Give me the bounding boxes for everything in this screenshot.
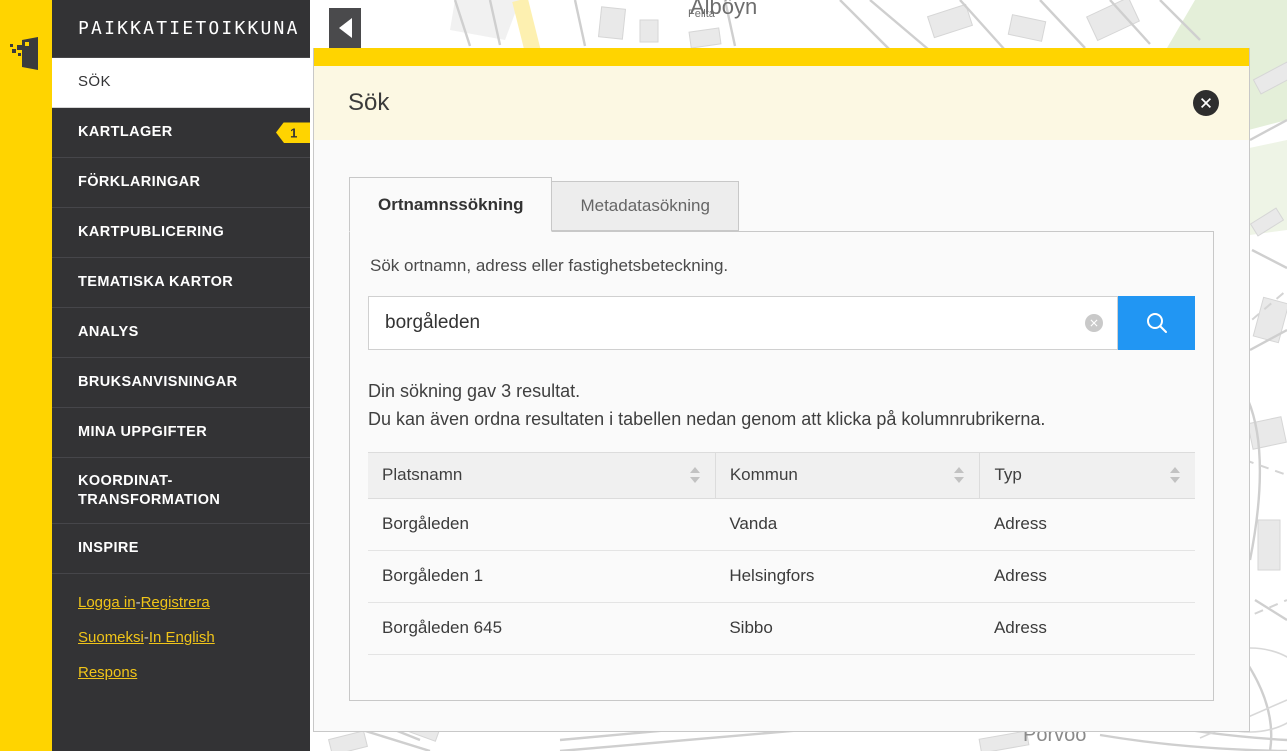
- chevron-left-icon: [338, 18, 352, 38]
- cell-kommun: Helsingfors: [715, 550, 980, 603]
- search-input[interactable]: [369, 312, 1117, 334]
- search-submit-button[interactable]: [1118, 296, 1195, 350]
- search-results-container: Sök ortnamn, adress eller fastighetsbete…: [349, 231, 1214, 701]
- sidebar-item-forklaringar[interactable]: FÖRKLARINGAR: [52, 158, 310, 208]
- search-results-table: Platsnamn Kommun Typ Borgåleden Vanda Ad…: [368, 451, 1195, 655]
- cell-kommun: Vanda: [715, 498, 980, 551]
- close-icon: [1201, 98, 1211, 108]
- feedback-links: Respons: [78, 664, 284, 681]
- sort-arrows-icon: [953, 466, 965, 484]
- login-link[interactable]: Logga in: [78, 594, 136, 611]
- column-header-kommun[interactable]: Kommun: [715, 451, 981, 499]
- panel-header: Sök: [314, 66, 1249, 140]
- result-count-text: Din sökning gav 3 resultat.: [368, 381, 581, 401]
- paikkatietoikkuna-logo-icon[interactable]: [8, 36, 44, 74]
- cell-kommun: Sibbo: [715, 602, 980, 655]
- tab-label: Metadatasökning: [580, 196, 710, 215]
- sidebar-item-analys[interactable]: ANALYS: [52, 308, 310, 358]
- sidebar-links: Logga in-Registrera Suomeksi-In English …: [52, 574, 310, 681]
- language-link-finnish[interactable]: Suomeksi: [78, 629, 144, 646]
- language-links: Suomeksi-In English: [78, 629, 284, 646]
- sidebar-item-koordinattransformation[interactable]: KOORDINAT- TRANSFORMATION: [52, 458, 310, 524]
- sidebar-item-label: ANALYS: [78, 324, 139, 341]
- cell-platsnamn: Borgåleden 645: [368, 602, 716, 655]
- tab-metadatasokning[interactable]: Metadatasökning: [551, 181, 739, 231]
- result-sort-hint-text: Du kan även ordna resultaten i tabellen …: [368, 408, 1046, 429]
- sidebar-item-inspire[interactable]: INSPIRE: [52, 524, 310, 574]
- search-row: [368, 296, 1195, 350]
- sidebar-item-label: KOORDINAT- TRANSFORMATION: [78, 473, 221, 508]
- search-panel: Sök Ortnamnssökning Metadatasökning Sök …: [313, 48, 1250, 732]
- tab-label: Ortnamnssökning: [378, 194, 524, 214]
- sidebar-item-kartpublicering[interactable]: KARTPUBLICERING: [52, 208, 310, 258]
- search-icon: [1146, 313, 1167, 333]
- sidebar-item-tematiska-kartor[interactable]: TEMATISKA KARTOR: [52, 258, 310, 308]
- table-row[interactable]: Borgåleden Vanda Adress: [368, 498, 1195, 551]
- sidebar-item-label: MINA UPPGIFTER: [78, 424, 208, 441]
- table-body: Borgåleden Vanda Adress Borgåleden 1 Hel…: [368, 498, 1195, 655]
- brand-title: PAIKKATIETOIKKUNA: [52, 0, 310, 58]
- search-input-wrapper: [368, 296, 1118, 350]
- language-link-english[interactable]: In English: [149, 629, 215, 646]
- column-header-label: Kommun: [729, 465, 798, 485]
- column-header-typ[interactable]: Typ: [979, 451, 1195, 499]
- column-header-label: Typ: [994, 465, 1022, 485]
- sidebar-item-label: FÖRKLARINGAR: [78, 174, 201, 191]
- sidebar-item-sok[interactable]: SÖK: [52, 58, 310, 108]
- cell-platsnamn: Borgåleden 1: [368, 550, 716, 603]
- cell-typ: Adress: [979, 602, 1195, 655]
- account-links: Logga in-Registrera: [78, 594, 284, 611]
- result-summary: Din sökning gav 3 resultat. Du kan även …: [368, 378, 1195, 434]
- cell-typ: Adress: [979, 550, 1195, 603]
- sidebar-item-label: KARTLAGER: [78, 124, 173, 141]
- sidebar-item-label: SÖK: [78, 73, 111, 91]
- sidebar-item-label: BRUKSANVISNINGAR: [78, 374, 238, 391]
- column-header-platsnamn[interactable]: Platsnamn: [368, 451, 716, 499]
- sidebar-item-bruksanvisningar[interactable]: BRUKSANVISNINGAR: [52, 358, 310, 408]
- sort-arrows-icon: [689, 466, 701, 484]
- left-brand-rail: [0, 0, 52, 751]
- table-header-row: Platsnamn Kommun Typ: [368, 451, 1195, 499]
- panel-collapse-button[interactable]: [329, 8, 361, 48]
- column-header-label: Platsnamn: [382, 465, 463, 485]
- main-sidebar: PAIKKATIETOIKKUNA SÖK KARTLAGER 1 FÖRKLA…: [52, 0, 310, 751]
- feedback-link[interactable]: Respons: [78, 664, 137, 681]
- sidebar-item-label: KARTPUBLICERING: [78, 224, 225, 241]
- cell-typ: Adress: [979, 498, 1195, 551]
- sort-arrows-icon: [1169, 466, 1181, 484]
- table-row[interactable]: Borgåleden 1 Helsingfors Adress: [368, 550, 1195, 603]
- table-header: Platsnamn Kommun Typ: [368, 451, 1195, 499]
- search-tabs: Ortnamnssökning Metadatasökning: [349, 176, 1249, 232]
- register-link[interactable]: Registrera: [141, 594, 210, 611]
- cell-platsnamn: Borgåleden: [368, 498, 716, 551]
- panel-accent-bar: [314, 48, 1249, 66]
- sidebar-item-mina-uppgifter[interactable]: MINA UPPGIFTER: [52, 408, 310, 458]
- search-hint-text: Sök ortnamn, adress eller fastighetsbete…: [370, 256, 729, 275]
- map-place-label: Fellta: [688, 8, 715, 20]
- clear-input-icon[interactable]: [1085, 314, 1103, 332]
- sidebar-item-label: TEMATISKA KARTOR: [78, 274, 234, 291]
- close-button[interactable]: [1193, 90, 1219, 116]
- kartlager-count-badge: 1: [276, 122, 310, 143]
- sidebar-item-label: INSPIRE: [78, 540, 139, 557]
- table-row[interactable]: Borgåleden 645 Sibbo Adress: [368, 602, 1195, 655]
- tab-ortnamnssokning[interactable]: Ortnamnssökning: [349, 177, 553, 232]
- sidebar-item-kartlager[interactable]: KARTLAGER 1: [52, 108, 310, 158]
- page-title: Sök: [348, 89, 390, 116]
